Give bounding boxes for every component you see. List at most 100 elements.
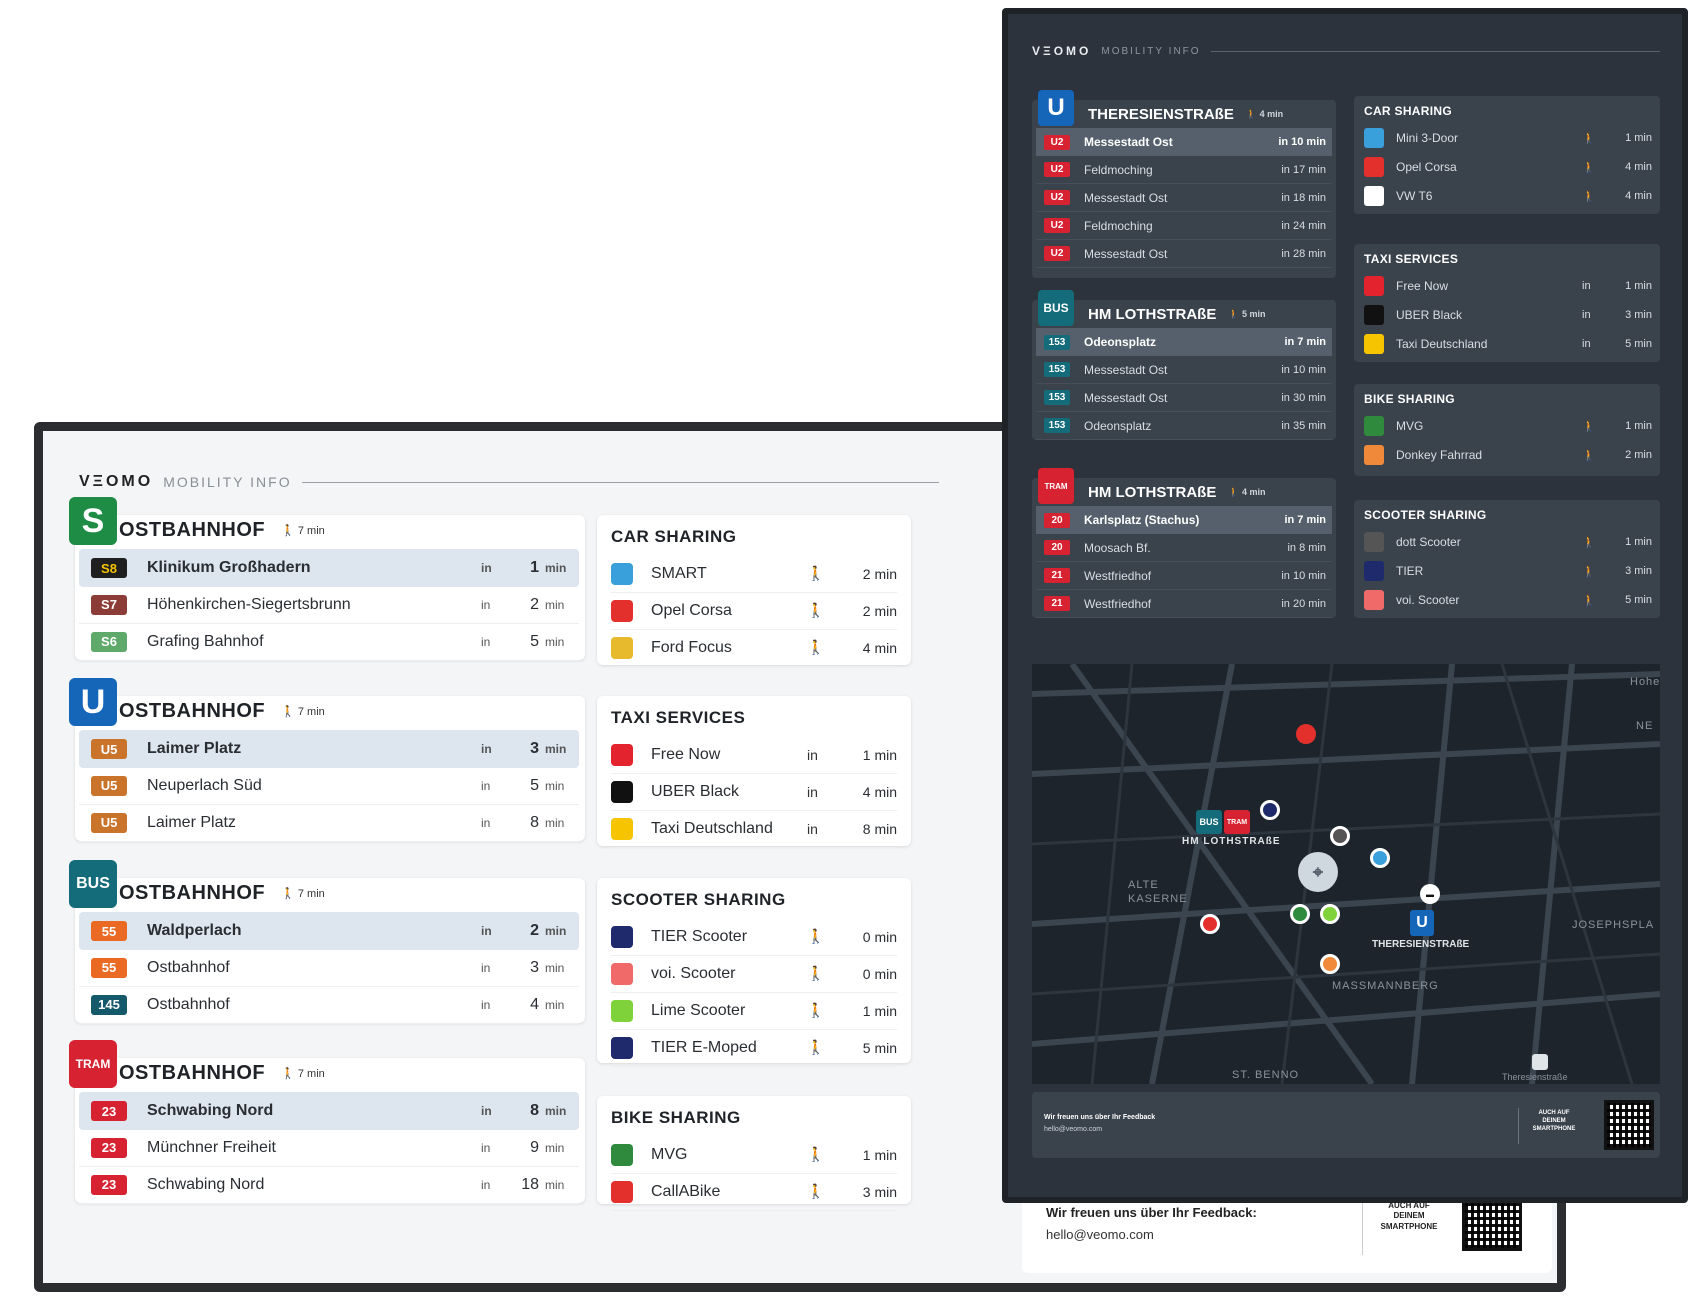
minutes-unit: min xyxy=(545,778,565,793)
service-row[interactable]: Free Now in 1 min xyxy=(611,736,897,774)
departure-row[interactable]: U2 Messestadt Ost in 18 min xyxy=(1036,184,1332,212)
service-row[interactable]: Lime Scooter 🚶 1 min xyxy=(611,992,897,1030)
tram-stop-pin[interactable]: TRAM xyxy=(1224,810,1250,834)
service-card: TAXI SERVICES Free Now in 1 min UBER Black in… xyxy=(597,696,911,848)
line-badge: U5 xyxy=(91,739,127,759)
departure-row[interactable]: 153 Odeonsplatz in 35 min xyxy=(1036,412,1332,440)
departure-row[interactable]: S8 Klinikum Großhadern in 1 min xyxy=(79,549,579,587)
service-row[interactable]: TIER Scooter 🚶 0 min xyxy=(611,918,897,956)
taxi-icon xyxy=(1364,334,1384,354)
service-name: dott Scooter xyxy=(1396,535,1461,549)
service-row[interactable]: voi. Scooter 🚶 5 min xyxy=(1364,586,1652,614)
destination: Messestadt Ost xyxy=(1084,135,1173,149)
feedback-email[interactable]: hello@veomo.com xyxy=(1044,1126,1102,1133)
line-badge: 21 xyxy=(1044,568,1070,583)
sixt-pin[interactable] xyxy=(1296,724,1316,744)
departure-row[interactable]: 55 Ostbahnhof in 3 min xyxy=(79,949,579,987)
service-row[interactable]: TIER 🚶 3 min xyxy=(1364,557,1652,585)
departure-row[interactable]: 23 Schwabing Nord in 8 min xyxy=(79,1092,579,1130)
feedback-email[interactable]: hello@veomo.com xyxy=(1046,1227,1154,1242)
dott-pin[interactable] xyxy=(1330,826,1350,846)
feedback-text: Wir freuen uns über Ihr Feedback: xyxy=(1046,1205,1257,1220)
service-row[interactable]: MVG 🚶 1 min xyxy=(611,1136,897,1174)
departure-row[interactable]: 20 Moosach Bf. in 8 min xyxy=(1036,534,1332,562)
walk-icon: 🚶 xyxy=(807,965,825,981)
service-row[interactable]: VW T6 🚶 4 min xyxy=(1364,182,1652,210)
service-time: 3 min xyxy=(1625,565,1652,577)
departure-row[interactable]: 55 Waldperlach in 2 min xyxy=(79,912,579,950)
departure-row[interactable]: S7 Höhenkirchen-Siegertsbrunn in 2 min xyxy=(79,586,579,624)
service-row[interactable]: Opel Corsa 🚶 4 min xyxy=(1364,153,1652,181)
departure-row[interactable]: 153 Odeonsplatz in 7 min xyxy=(1036,328,1332,356)
departure-row[interactable]: 23 Schwabing Nord in 18 min xyxy=(79,1166,579,1204)
service-row[interactable]: dott Scooter 🚶 1 min xyxy=(1364,528,1652,556)
service-name: CallABike xyxy=(651,1182,721,1200)
service-row[interactable]: UBER Black in 3 min xyxy=(1364,301,1652,329)
service-time: 2 min xyxy=(862,602,897,619)
destination: Ostbahnhof xyxy=(147,995,230,1013)
ubahn-stop-pin[interactable]: U xyxy=(1410,910,1434,936)
stattauto-icon xyxy=(611,636,633,659)
departure-row[interactable]: U5 Laimer Platz in 8 min xyxy=(79,804,579,842)
service-row[interactable]: CallABike 🚶 3 min xyxy=(611,1173,897,1211)
departure-row[interactable]: U2 Messestadt Ost in 10 min xyxy=(1036,128,1332,156)
departure-row[interactable]: U2 Feldmoching in 17 min xyxy=(1036,156,1332,184)
share-now-icon xyxy=(1364,128,1384,148)
destination: Feldmoching xyxy=(1084,162,1153,177)
departure-row[interactable]: 20 Karlsplatz (Stachus) in 7 min xyxy=(1036,506,1332,534)
parking-pin[interactable] xyxy=(1532,1054,1548,1070)
tier-icon xyxy=(1364,561,1384,581)
donkey-pin[interactable] xyxy=(1320,954,1340,974)
departure-row[interactable]: 145 Ostbahnhof in 4 min xyxy=(79,986,579,1024)
departure-row[interactable]: U5 Laimer Platz in 3 min xyxy=(79,730,579,768)
departure-row[interactable]: 21 Westfriedhof in 10 min xyxy=(1036,562,1332,590)
departure-row[interactable]: 23 Münchner Freiheit in 9 min xyxy=(79,1129,579,1167)
service-row[interactable]: MVG 🚶 1 min xyxy=(1364,412,1652,440)
mode-tram-icon: TRAM xyxy=(69,1040,117,1088)
sixt-pin-2[interactable] xyxy=(1200,914,1220,934)
departure-time: in 7 min xyxy=(1284,336,1326,348)
service-time: 4 min xyxy=(862,639,897,656)
map-label-hohe: Hohe xyxy=(1630,676,1660,688)
departure-row[interactable]: U2 Feldmoching in 24 min xyxy=(1036,212,1332,240)
line-badge: 20 xyxy=(1044,512,1070,528)
line-badge: U2 xyxy=(1044,134,1070,150)
departure-row[interactable]: 153 Messestadt Ost in 30 min xyxy=(1036,384,1332,412)
service-row[interactable]: Taxi Deutschland in 5 min xyxy=(1364,330,1652,358)
miles-pin[interactable]: ▬ xyxy=(1420,884,1440,904)
departure-row[interactable]: U2 Messestadt Ost in 28 min xyxy=(1036,240,1332,268)
service-row[interactable]: Opel Corsa 🚶 2 min xyxy=(611,592,897,630)
walk-icon: 🚶 xyxy=(1582,161,1596,174)
footer-divider xyxy=(1362,1199,1363,1255)
qr-code[interactable] xyxy=(1604,1100,1654,1150)
service-row[interactable]: Free Now in 1 min xyxy=(1364,272,1652,300)
in-label: in xyxy=(481,1104,492,1118)
service-row[interactable]: Ford Focus 🚶 4 min xyxy=(611,629,897,667)
service-name: Free Now xyxy=(1396,279,1449,293)
departure-row[interactable]: U5 Neuperlach Süd in 5 min xyxy=(79,767,579,805)
walk-icon: 🚶 xyxy=(1582,190,1596,203)
current-location-pin[interactable]: ⌖ xyxy=(1298,852,1338,892)
map-label-theresien: THERESIENSTRAßE xyxy=(1372,939,1470,950)
departure-row[interactable]: S6 Grafing Bahnhof in 5 min xyxy=(79,623,579,661)
departure-row[interactable]: 21 Westfriedhof in 20 min xyxy=(1036,590,1332,618)
service-row[interactable]: UBER Black in 4 min xyxy=(611,773,897,811)
lime-pin[interactable] xyxy=(1320,904,1340,924)
departure-row[interactable]: 153 Messestadt Ost in 10 min xyxy=(1036,356,1332,384)
service-time: 4 min xyxy=(1625,161,1652,173)
walk-icon: in xyxy=(807,820,818,837)
mvg-pin[interactable] xyxy=(1290,904,1310,924)
tier-pin[interactable] xyxy=(1260,800,1280,820)
area-map[interactable]: HM LOTHSTRAßE ALTE KASERNE THERESIENSTRA… xyxy=(1032,664,1660,1084)
service-row[interactable]: Donkey Fahrrad 🚶 2 min xyxy=(1364,441,1652,469)
service-row[interactable]: Taxi Deutschland in 8 min xyxy=(611,810,897,848)
share-now-pin[interactable] xyxy=(1370,848,1390,868)
service-row[interactable]: Mini 3-Door 🚶 1 min xyxy=(1364,124,1652,152)
service-row[interactable]: SMART 🚶 2 min xyxy=(611,555,897,593)
map-label-joseph: JOSEPHSPLA xyxy=(1572,919,1655,931)
bus-stop-pin[interactable]: BUS xyxy=(1196,810,1222,834)
service-title: SCOOTER SHARING xyxy=(1364,508,1487,522)
service-row[interactable]: voi. Scooter 🚶 0 min xyxy=(611,955,897,993)
service-row[interactable]: TIER E-Moped 🚶 5 min xyxy=(611,1029,897,1067)
service-time: 5 min xyxy=(1625,338,1652,350)
